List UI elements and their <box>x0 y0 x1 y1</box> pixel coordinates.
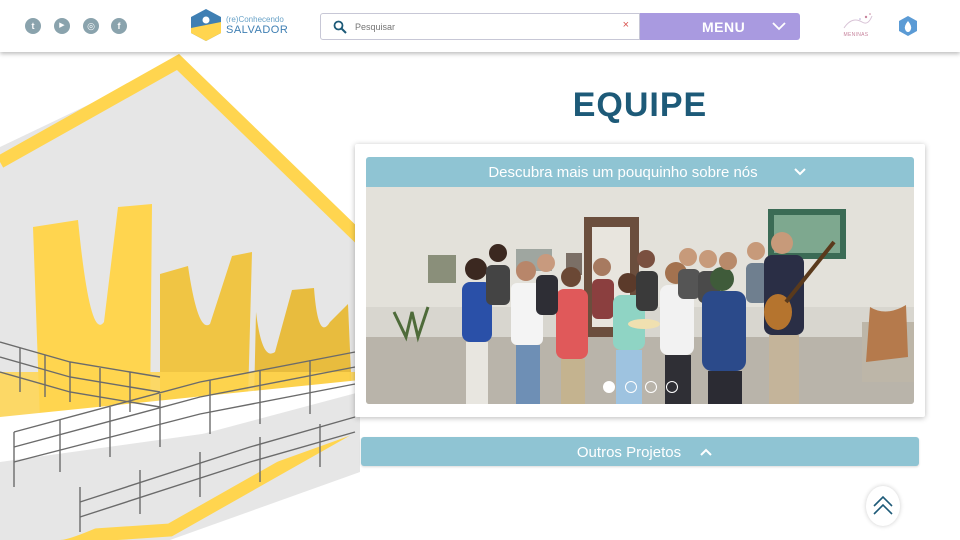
partner-logo-text: MENINAS <box>843 32 869 38</box>
logo-hexagon-icon <box>191 9 221 41</box>
youtube-icon[interactable]: ▶ <box>54 18 70 34</box>
menu-button[interactable]: MENU <box>640 13 800 40</box>
carousel-dot-2[interactable] <box>625 381 637 393</box>
about-accordion-label: Descubra mais um pouquinho sobre nós <box>488 164 758 181</box>
logo-title-text: SALVADOR <box>226 24 289 36</box>
facebook-icon[interactable]: f <box>111 18 127 34</box>
site-logo[interactable]: (re)Conhecendo SALVADOR <box>190 8 290 44</box>
menu-label: MENU <box>702 19 746 35</box>
tumblr-icon[interactable]: t <box>25 18 41 34</box>
other-projects-toggle[interactable]: Outros Projetos <box>361 437 919 466</box>
carousel-dot-3[interactable] <box>645 381 657 393</box>
double-chevron-up-icon <box>873 495 893 515</box>
back-to-top-button[interactable] <box>866 486 900 526</box>
site-header: t ▶ ◎ f (re)Conhecendo SALVADOR × MENU <box>0 0 960 52</box>
chevron-down-icon <box>772 22 786 31</box>
carousel-dot-4[interactable] <box>666 381 678 393</box>
search-input[interactable] <box>355 18 605 36</box>
search-box: × <box>320 13 640 40</box>
page-title: EQUIPE <box>572 86 708 124</box>
about-accordion-toggle[interactable]: Descubra mais um pouquinho sobre nós <box>366 157 914 187</box>
drop-logo-icon[interactable] <box>898 15 918 37</box>
decorative-illustration <box>0 53 360 540</box>
search-icon[interactable] <box>333 20 347 34</box>
chevron-down-icon <box>794 168 806 176</box>
other-projects-label: Outros Projetos <box>576 444 682 461</box>
partner-logo-icon <box>843 13 873 29</box>
logo-small-text: (re)Conhecendo <box>226 15 284 24</box>
team-photo <box>366 187 914 404</box>
clear-search-icon[interactable]: × <box>623 19 629 31</box>
carousel-dot-1[interactable] <box>603 381 615 393</box>
instagram-icon[interactable]: ◎ <box>83 18 99 34</box>
chevron-up-icon <box>700 448 712 456</box>
partner-logo[interactable]: MENINAS <box>838 12 874 38</box>
